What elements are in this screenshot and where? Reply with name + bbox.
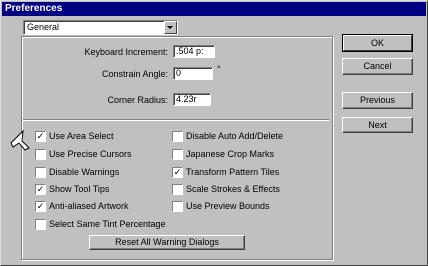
checkbox-label: Disable Auto Add/Delete	[186, 131, 284, 141]
checkbox-label: Scale Strokes & Effects	[186, 184, 280, 194]
category-selected: General	[27, 22, 60, 32]
checkbox-label: Select Same Tint Percentage	[49, 219, 166, 229]
checkbox-box[interactable]	[35, 167, 46, 178]
arrow-cursor-icon	[10, 129, 30, 151]
ok-button[interactable]: OK	[342, 34, 413, 52]
cancel-button[interactable]: Cancel	[342, 58, 413, 75]
checkbox-box[interactable]	[172, 131, 183, 142]
checkbox-box[interactable]: ✓	[172, 167, 183, 178]
keyboard-increment-label: Keyboard Increment:	[84, 47, 168, 57]
reset-warning-dialogs-button[interactable]: Reset All Warning Dialogs	[89, 235, 245, 250]
next-button[interactable]: Next	[342, 117, 413, 133]
previous-button[interactable]: Previous	[342, 92, 413, 109]
window-title: Preferences	[2, 2, 426, 16]
constrain-angle-label: Constrain Angle:	[101, 69, 168, 79]
degree-unit: °	[217, 64, 221, 74]
constrain-angle-field[interactable]: 0	[173, 67, 213, 80]
checkbox-label: Japanese Crop Marks	[186, 149, 275, 159]
corner-radius-field[interactable]: 4.23r	[173, 93, 211, 106]
checkbox-box[interactable]	[172, 184, 183, 195]
checkbox-box[interactable]: ✓	[35, 201, 46, 212]
category-dropdown[interactable]: General	[23, 20, 178, 35]
keyboard-increment-field[interactable]: .504 p:	[173, 45, 215, 58]
checkbox-label: Use Precise Cursors	[49, 149, 132, 159]
checkbox-box[interactable]: ✓	[35, 184, 46, 195]
checkbox-label: Disable Warnings	[49, 167, 120, 177]
checkbox-box[interactable]	[35, 219, 46, 230]
preferences-dialog: Preferences General Keyboard Increment: …	[0, 0, 428, 266]
checkbox-label: Use Preview Bounds	[186, 201, 270, 211]
checkbox-box[interactable]: ✓	[35, 131, 46, 142]
checkbox-label: Transform Pattern Tiles	[186, 167, 280, 177]
checkbox-label: Use Area Select	[49, 131, 114, 141]
checkbox-label: Show Tool Tips	[49, 184, 110, 194]
separator	[23, 119, 329, 121]
corner-radius-label: Corner Radius:	[107, 95, 168, 105]
checkbox-box[interactable]	[172, 201, 183, 212]
checkbox-label: Anti-aliased Artwork	[49, 201, 129, 211]
ok-button-label: OK	[343, 35, 412, 51]
chevron-down-icon[interactable]	[164, 21, 177, 34]
checkbox-box[interactable]	[35, 149, 46, 160]
checkbox-box[interactable]	[172, 149, 183, 160]
